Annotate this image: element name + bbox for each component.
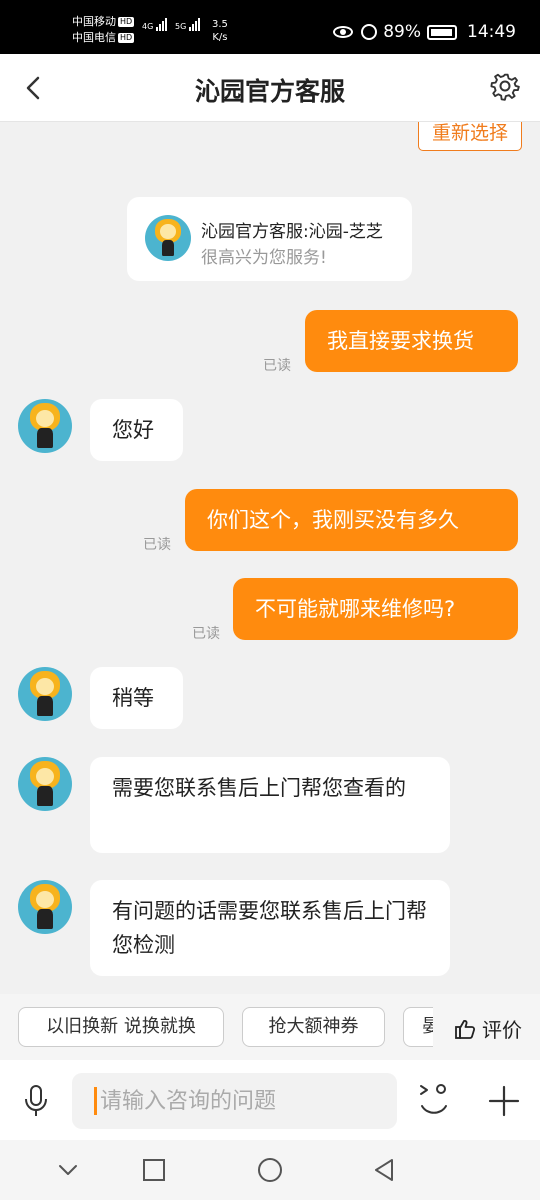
status-right: 89% 14:49: [333, 22, 516, 42]
plus-icon[interactable]: [487, 1084, 521, 1118]
alarm-icon: [361, 24, 378, 40]
emoji-icon[interactable]: [418, 1082, 450, 1118]
avatar[interactable]: [18, 880, 72, 934]
status-bar: 中国移动 HD 中国电信 HD 4G 5G 3.5 K/s 89% 14:49: [0, 0, 540, 54]
network-speed: 3.5 K/s: [212, 18, 228, 44]
reselect-button[interactable]: 重新选择: [417, 122, 522, 151]
read-receipt: 已读: [192, 626, 220, 642]
message-bubble-received[interactable]: 您好: [90, 399, 183, 461]
rate-label: 评价: [482, 1018, 522, 1042]
battery-percent: 89%: [383, 22, 421, 42]
microphone-icon[interactable]: [22, 1084, 50, 1118]
thumbs-up-icon: [455, 1019, 476, 1039]
avatar: [145, 215, 191, 261]
read-receipt: 已读: [263, 358, 291, 374]
carrier-1: 中国移动: [72, 15, 116, 28]
chat-area[interactable]: 重新选择 沁园官方客服:沁园-芝芝 很高兴为您服务! 已读 我直接要求换货 您好…: [0, 122, 540, 994]
avatar[interactable]: [18, 399, 72, 453]
agent-intro-card: 沁园官方客服:沁园-芝芝 很高兴为您服务!: [127, 197, 412, 281]
rate-button[interactable]: 评价: [454, 1014, 522, 1043]
agent-name: 沁园官方客服:沁园-芝芝: [201, 222, 383, 242]
back-triangle-icon[interactable]: [372, 1158, 396, 1182]
recents-square-icon[interactable]: [142, 1158, 166, 1182]
hd-badge: HD: [118, 17, 135, 27]
gear-icon[interactable]: [490, 71, 520, 101]
speed-unit: K/s: [212, 32, 228, 43]
message-bubble-received[interactable]: 稍等: [90, 667, 183, 729]
message-input-container[interactable]: [72, 1073, 397, 1129]
message-bubble-sent[interactable]: 我直接要求换货: [305, 310, 518, 372]
quick-actions-bar: 以旧换新 说换就换 抢大额神券 晏 评价: [0, 994, 540, 1060]
eye-icon: [333, 26, 354, 38]
hd-badge: HD: [118, 33, 135, 43]
home-circle-icon[interactable]: [257, 1158, 283, 1184]
message-bubble-sent[interactable]: 你们这个，我刚买没有多久: [185, 489, 518, 551]
network-5g-label: 5G: [175, 22, 187, 31]
chevron-down-icon[interactable]: [56, 1158, 80, 1182]
quick-chip-coupon[interactable]: 抢大额神券: [242, 1007, 385, 1047]
agent-greeting: 很高兴为您服务!: [201, 248, 327, 268]
text-caret: [94, 1087, 97, 1115]
avatar[interactable]: [18, 667, 72, 721]
signal-5g-icon: 5G: [175, 18, 201, 31]
carrier-2: 中国电信: [72, 31, 116, 44]
avatar[interactable]: [18, 757, 72, 811]
quick-chip-partial[interactable]: 晏: [403, 1007, 433, 1047]
header: 沁园官方客服: [0, 54, 540, 122]
quick-chip-trade-in[interactable]: 以旧换新 说换就换: [18, 1007, 224, 1047]
clock: 14:49: [467, 22, 516, 42]
system-nav-bar: [0, 1140, 540, 1200]
page-title: 沁园官方客服: [194, 77, 345, 106]
message-bubble-sent[interactable]: 不可能就哪来维修吗?: [233, 578, 518, 640]
input-bar: [0, 1060, 540, 1140]
speed-value: 3.5: [212, 19, 228, 30]
carrier-info: 中国移动 HD 中国电信 HD: [72, 14, 135, 46]
message-bubble-received[interactable]: 有问题的话需要您联系售后上门帮您检测: [90, 880, 450, 976]
signal-4g-icon: 4G: [142, 18, 168, 31]
message-input[interactable]: [100, 1073, 390, 1129]
read-receipt: 已读: [143, 537, 171, 553]
network-4g-label: 4G: [142, 22, 154, 31]
message-bubble-received[interactable]: 需要您联系售后上门帮您查看的: [90, 757, 450, 853]
battery-icon: [427, 24, 457, 40]
